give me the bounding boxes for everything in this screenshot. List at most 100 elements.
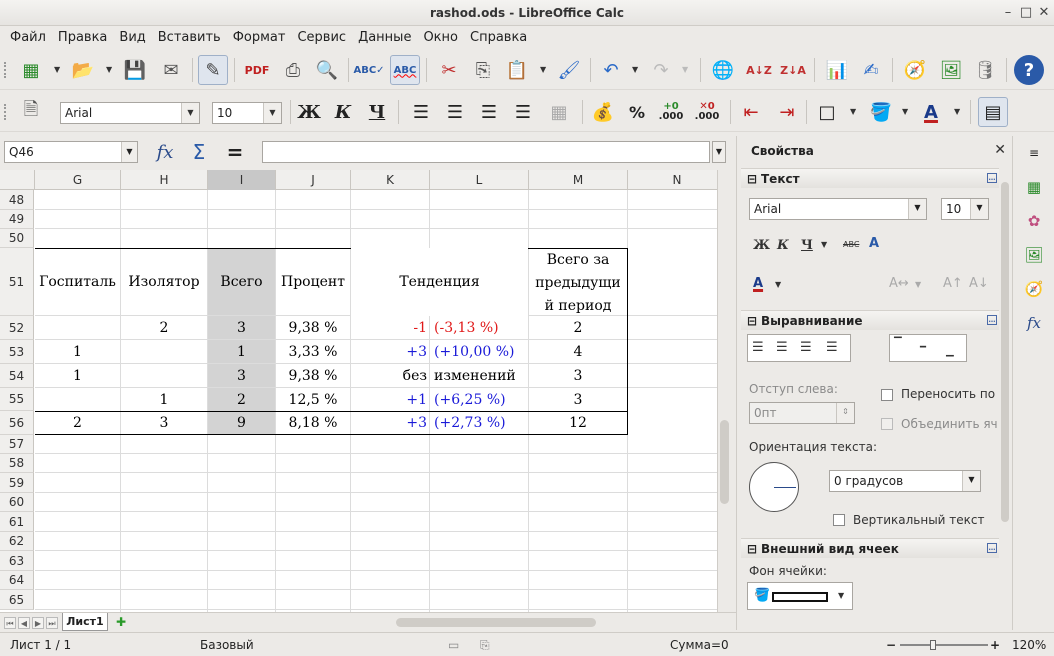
- print-preview-icon[interactable]: 🔍: [312, 55, 342, 85]
- appearance-section-header[interactable]: ⊟ Внешний вид ячеек …: [741, 538, 999, 558]
- align-right-icon[interactable]: ☰: [474, 97, 504, 127]
- row-header-65[interactable]: 65: [0, 590, 34, 610]
- background-dropdown-icon[interactable]: ▼: [902, 107, 910, 116]
- delete-decimal-button[interactable]: ✕0.000: [692, 97, 722, 127]
- styles-icon[interactable]: 🗎: [16, 97, 46, 127]
- sort-descending-icon[interactable]: Z↓A: [778, 55, 808, 85]
- font-name-combo[interactable]: Arial ▼: [60, 102, 200, 124]
- sidebar-font-color-icon[interactable]: A: [753, 276, 763, 291]
- row-header-59[interactable]: 59: [0, 473, 34, 493]
- column-header-g[interactable]: G: [35, 170, 121, 190]
- wrap-text-checkbox[interactable]: [881, 389, 893, 401]
- menu-window[interactable]: Окно: [417, 26, 464, 45]
- cell-i56[interactable]: 9: [208, 412, 275, 434]
- row-header-60[interactable]: 60: [0, 493, 34, 512]
- font-color-icon[interactable]: A: [916, 97, 946, 127]
- column-header-h[interactable]: H: [121, 170, 208, 190]
- sheet-tab-1[interactable]: Лист1: [62, 613, 108, 631]
- menu-help[interactable]: Справка: [464, 26, 533, 45]
- justify-icon[interactable]: ☰: [508, 97, 538, 127]
- menu-tools[interactable]: Сервис: [291, 26, 352, 45]
- font-color-dropdown-icon[interactable]: ▼: [775, 280, 781, 289]
- function-button[interactable]: =: [220, 137, 250, 167]
- more-options-icon[interactable]: …: [987, 315, 997, 325]
- merge-cells-checkbox[interactable]: [881, 418, 893, 430]
- help-icon[interactable]: ?: [1014, 55, 1044, 85]
- undo-dropdown-icon[interactable]: ▼: [632, 65, 640, 74]
- vertical-text-checkbox[interactable]: [833, 514, 845, 526]
- paste-dropdown-icon[interactable]: ▼: [540, 65, 548, 74]
- add-sheet-icon[interactable]: ✚: [112, 615, 130, 629]
- chevron-down-icon[interactable]: ▼: [838, 591, 844, 600]
- grow-font-icon[interactable]: A↑: [943, 276, 963, 291]
- column-header-m[interactable]: M: [529, 170, 628, 190]
- more-options-icon[interactable]: …: [987, 173, 997, 183]
- chevron-down-icon[interactable]: ▼: [908, 199, 926, 219]
- cell-j56[interactable]: 8,18 %: [276, 412, 350, 434]
- cut-icon[interactable]: ✂: [434, 55, 464, 85]
- orientation-combo[interactable]: 0 градусов ▼: [829, 470, 981, 492]
- menu-file[interactable]: Файл: [4, 26, 52, 45]
- spinner-arrows-icon[interactable]: ⇕: [836, 403, 854, 423]
- navigator-deck-icon[interactable]: 🧭: [1023, 278, 1045, 300]
- row-header-50[interactable]: 50: [0, 229, 34, 248]
- row-header-52[interactable]: 52: [0, 316, 34, 340]
- zoom-in-icon[interactable]: +: [990, 638, 1000, 652]
- vertical-scroll-thumb[interactable]: [720, 420, 729, 504]
- text-section-header[interactable]: ⊟ Текст …: [741, 168, 999, 188]
- export-pdf-icon[interactable]: PDF: [242, 55, 272, 85]
- toolbar-handle-2[interactable]: [4, 104, 8, 120]
- row-header-49[interactable]: 49: [0, 210, 34, 229]
- cell-background-button[interactable]: 🪣 ▼: [747, 582, 853, 610]
- cell-m52[interactable]: 2: [529, 316, 627, 340]
- chart-icon[interactable]: 📊: [822, 55, 852, 85]
- redo-icon[interactable]: ↷: [646, 55, 676, 85]
- close-sidebar-icon[interactable]: ✕: [994, 142, 1006, 158]
- collapse-icon[interactable]: ⊟: [747, 542, 757, 556]
- gallery-icon[interactable]: 🖼: [936, 55, 966, 85]
- cell-l55[interactable]: (+6,25 %): [430, 388, 528, 411]
- menu-format[interactable]: Формат: [227, 26, 292, 45]
- close-icon[interactable]: ✕: [1036, 5, 1052, 21]
- cell-l53[interactable]: (+10,00 %): [430, 340, 528, 364]
- open-folder-icon[interactable]: 📂: [68, 55, 98, 85]
- add-decimal-button[interactable]: +0.000: [656, 97, 686, 127]
- undo-icon[interactable]: ↶: [596, 55, 626, 85]
- header-total[interactable]: Всего: [208, 248, 275, 316]
- grid-lines-icon[interactable]: ▤: [978, 97, 1008, 127]
- percent-button[interactable]: %: [622, 97, 652, 127]
- cell-j53[interactable]: 3,33 %: [276, 340, 350, 364]
- selection-mode-icon[interactable]: ▭: [448, 638, 459, 652]
- borders-icon[interactable]: □: [812, 97, 842, 127]
- cell-g56[interactable]: 2: [35, 412, 120, 434]
- cell-m55[interactable]: 3: [529, 388, 627, 411]
- redo-dropdown-icon[interactable]: ▼: [682, 65, 690, 74]
- cell-h55[interactable]: 1: [121, 388, 207, 411]
- row-header-55[interactable]: 55: [0, 388, 34, 411]
- print-icon[interactable]: ⎙: [278, 55, 308, 85]
- underline-button[interactable]: Ч: [362, 97, 392, 127]
- page-style[interactable]: Базовый: [200, 638, 254, 652]
- cell-k53[interactable]: +3: [351, 340, 429, 364]
- horizontal-scrollbar[interactable]: [276, 617, 716, 628]
- clone-formatting-icon[interactable]: 🖌: [554, 55, 584, 85]
- function-wizard-button[interactable]: fx: [150, 137, 180, 167]
- increase-indent-icon[interactable]: ⇥: [772, 97, 802, 127]
- header-hospital[interactable]: Госпиталь: [35, 248, 120, 316]
- zoom-level[interactable]: 120%: [1012, 638, 1046, 652]
- cell-k54[interactable]: без: [351, 364, 429, 388]
- font-color-dropdown-icon[interactable]: ▼: [954, 107, 962, 116]
- spreadsheet-grid[interactable]: G H I J K L M N 48 49 50 51 52 53 54 55 …: [0, 170, 717, 612]
- collapse-icon[interactable]: ⊟: [747, 314, 757, 328]
- chevron-down-icon[interactable]: ▼: [962, 471, 980, 491]
- sidebar-strikethrough-button[interactable]: ABC: [843, 240, 859, 249]
- column-header-n[interactable]: N: [628, 170, 717, 190]
- name-box[interactable]: Q46 ▼: [4, 141, 138, 163]
- background-color-icon[interactable]: 🪣: [866, 97, 896, 127]
- row-header-57[interactable]: 57: [0, 435, 34, 454]
- underline-dropdown-icon[interactable]: ▼: [821, 240, 827, 249]
- email-icon[interactable]: ✉: [156, 55, 186, 85]
- first-sheet-icon[interactable]: ⏮: [4, 617, 16, 629]
- new-dropdown-icon[interactable]: ▼: [54, 65, 62, 74]
- sidebar-font-combo[interactable]: Arial ▼: [749, 198, 927, 220]
